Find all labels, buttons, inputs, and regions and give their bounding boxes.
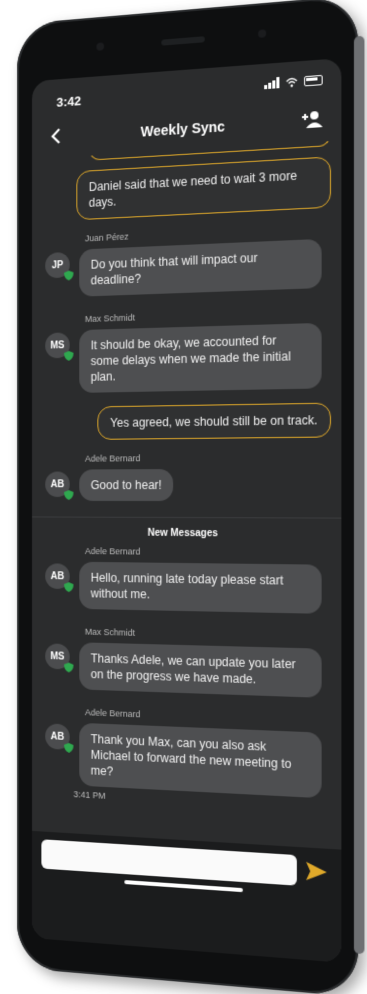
add-user-icon bbox=[300, 106, 323, 129]
avatar[interactable]: MS bbox=[45, 332, 74, 361]
sender-name: Adele Bernard bbox=[84, 546, 141, 557]
avatar-initials: AB bbox=[50, 730, 65, 743]
message-outgoing: Yes agreed, we should still be on track. bbox=[32, 402, 341, 440]
wifi-icon bbox=[286, 76, 298, 87]
new-messages-divider: New Messages bbox=[32, 516, 342, 541]
composer bbox=[32, 830, 342, 963]
verified-shield-icon bbox=[64, 662, 74, 673]
message-bubble[interactable]: Hello, running late today please start w… bbox=[79, 561, 322, 614]
camera-dot bbox=[96, 42, 105, 51]
verified-shield-icon bbox=[64, 490, 74, 500]
message-bubble[interactable]: Daniel said that we need to wait 3 more … bbox=[76, 156, 331, 221]
verified-shield-icon bbox=[64, 582, 74, 593]
message-bubble[interactable]: Good to hear! bbox=[79, 469, 174, 501]
phone-edge bbox=[353, 35, 365, 955]
home-indicator[interactable] bbox=[123, 879, 243, 893]
message-list[interactable]: Daniel said that we need to wait 3 more … bbox=[32, 140, 342, 849]
message-bubble[interactable]: Yes agreed, we should still be on track. bbox=[97, 402, 331, 440]
sender-name: Max Schmidt bbox=[84, 626, 136, 638]
avatar[interactable]: AB bbox=[45, 471, 74, 500]
avatar[interactable]: AB bbox=[45, 723, 74, 753]
message-bubble[interactable]: It should be okay, we accounted for some… bbox=[79, 322, 322, 393]
status-icons bbox=[264, 74, 323, 90]
verified-shield-icon bbox=[64, 742, 74, 753]
verified-shield-icon bbox=[64, 350, 74, 361]
message-incoming: AB Adele Bernard Good to hear! bbox=[32, 448, 341, 501]
message-incoming: MS Max Schmidt It should be okay, we acc… bbox=[32, 302, 341, 394]
phone-frame: 3:42 Weekly Sync Daniel said that we nee… bbox=[17, 0, 365, 994]
message-incoming: AB Adele Bernard Thank you Max, can you … bbox=[32, 701, 341, 813]
avatar-initials: AB bbox=[50, 478, 65, 490]
status-time: 3:42 bbox=[56, 93, 82, 110]
message-incoming: MS Max Schmidt Thanks Adele, we can upda… bbox=[32, 622, 341, 699]
message-incoming: AB Adele Bernard Hello, running late tod… bbox=[32, 542, 341, 614]
chat-title: Weekly Sync bbox=[140, 118, 225, 140]
avatar[interactable]: AB bbox=[45, 563, 74, 593]
message-incoming: JP Juan Pérez Do you think that will imp… bbox=[32, 217, 341, 298]
avatar-initials: MS bbox=[50, 339, 65, 351]
message-bubble[interactable]: Thank you Max, can you also ask Michael … bbox=[79, 722, 322, 799]
send-button[interactable] bbox=[306, 861, 327, 882]
avatar-initials: AB bbox=[50, 570, 65, 582]
send-icon bbox=[306, 861, 327, 882]
message-outgoing: Daniel said that we need to wait 3 more … bbox=[32, 156, 341, 223]
battery-icon bbox=[304, 74, 323, 86]
avatar-initials: MS bbox=[50, 650, 65, 662]
signal-icon bbox=[264, 76, 280, 90]
add-user-button[interactable] bbox=[300, 106, 325, 132]
sender-name: Adele Bernard bbox=[84, 453, 141, 464]
message-bubble[interactable]: Thanks Adele, we can update you later on… bbox=[79, 642, 322, 698]
message-input[interactable] bbox=[41, 839, 297, 886]
message-bubble[interactable]: Do you think that will impact our deadli… bbox=[79, 238, 322, 297]
screen: 3:42 Weekly Sync Daniel said that we nee… bbox=[32, 58, 342, 963]
sensor-dot bbox=[258, 29, 267, 38]
avatar[interactable]: JP bbox=[45, 251, 74, 281]
avatar[interactable]: MS bbox=[45, 643, 74, 673]
avatar-initials: JP bbox=[51, 259, 64, 271]
sender-name: Max Schmidt bbox=[84, 312, 136, 325]
stage: 3:42 Weekly Sync Daniel said that we nee… bbox=[0, 0, 367, 994]
speaker-slot bbox=[160, 36, 205, 46]
verified-shield-icon bbox=[64, 270, 74, 281]
